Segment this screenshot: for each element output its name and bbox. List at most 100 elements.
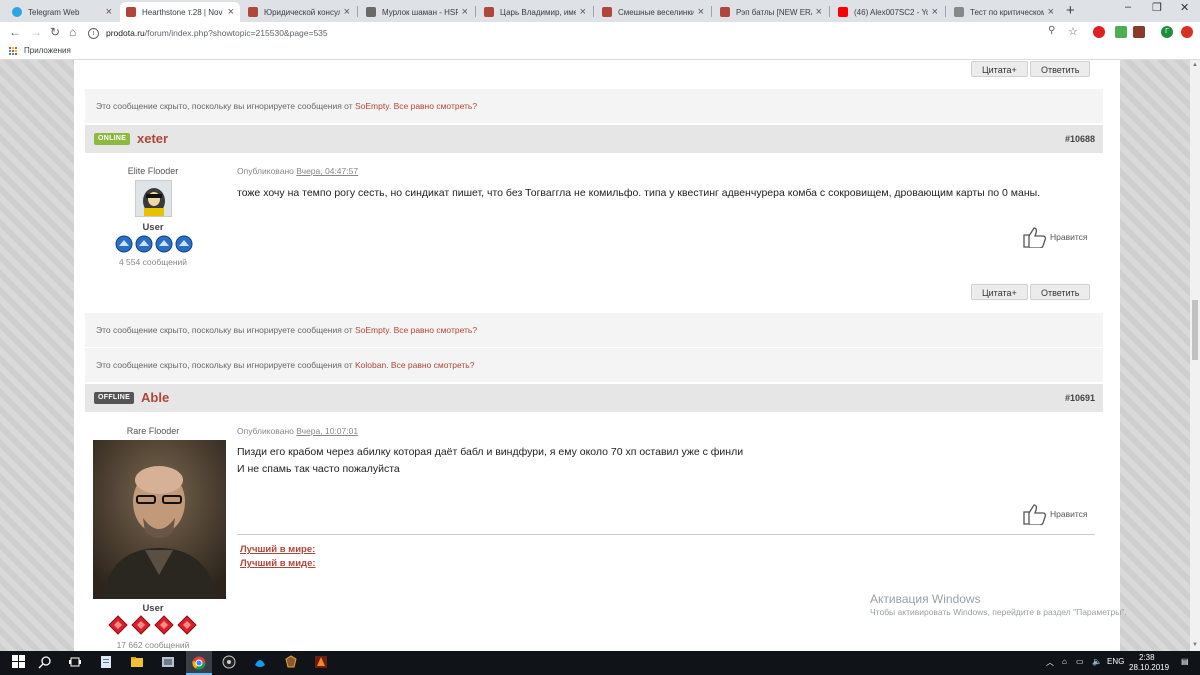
medal-icon	[135, 235, 153, 253]
avatar[interactable]	[93, 440, 226, 599]
show-anyway-link[interactable]: Все равно смотреть?	[391, 360, 475, 370]
reply-button[interactable]: Ответить	[1030, 61, 1091, 77]
status-badge: ONLINE	[94, 133, 131, 145]
tab-separator	[357, 6, 358, 17]
notepad-icon[interactable]	[99, 655, 113, 669]
minimize-button[interactable]: –	[1125, 1, 1131, 13]
close-icon[interactable]: ×	[106, 6, 112, 18]
close-icon[interactable]: ×	[1048, 6, 1054, 18]
extension-icon-2[interactable]	[1133, 26, 1145, 38]
ignored-user-link[interactable]: SoEmpty	[355, 325, 389, 335]
obs-icon[interactable]	[222, 655, 236, 669]
tab-critical-test[interactable]: Тест по критическому ×	[948, 2, 1060, 22]
close-icon[interactable]: ×	[462, 6, 468, 18]
ignored-user-link[interactable]: Koloban	[355, 360, 386, 370]
ignored-user-link[interactable]: SoEmpty	[355, 101, 389, 111]
close-icon[interactable]: ×	[228, 6, 234, 18]
game-icon[interactable]	[314, 655, 328, 669]
post-author[interactable]: Able	[141, 390, 169, 405]
battlenet-icon[interactable]	[253, 655, 267, 669]
close-icon[interactable]: ×	[698, 6, 704, 18]
tab-murloc-shaman[interactable]: Мурлок шаман - HSRe ×	[360, 2, 474, 22]
published-time[interactable]: Вчера, 04:47:57	[296, 166, 358, 176]
windows-start-icon[interactable]	[12, 655, 26, 669]
home-icon[interactable]: ⌂	[69, 25, 76, 39]
search-icon[interactable]	[38, 655, 52, 669]
app-icon[interactable]	[161, 655, 175, 669]
avatar[interactable]	[135, 180, 172, 217]
language-indicator[interactable]: ENG	[1107, 657, 1124, 666]
address-bar[interactable]: i prodota.ru/forum/index.php?showtopic=2…	[88, 24, 1088, 42]
clock-date[interactable]: 28.10.2019	[1129, 663, 1169, 672]
post-author[interactable]: xeter	[137, 131, 168, 146]
file-explorer-icon[interactable]	[130, 655, 144, 669]
post-text: Пизди его крабом через абилку которая да…	[237, 446, 744, 458]
forward-icon[interactable]: →	[30, 25, 42, 39]
tab-youtube[interactable]: (46) Alex007SC2 - YouT ×	[832, 2, 944, 22]
tab-hearthstone[interactable]: Hearthstone т.28 | Nov ×	[120, 2, 240, 22]
medal-icon	[154, 615, 174, 635]
notifications-icon[interactable]: ▤	[1181, 657, 1189, 666]
message-count: 4 554 сообщений	[118, 257, 188, 267]
tab-separator	[593, 6, 594, 17]
reply-button[interactable]: Ответить	[1030, 284, 1091, 300]
tab-title: Telegram Web	[28, 7, 80, 17]
quote-button[interactable]: Цитата+	[971, 284, 1028, 300]
apps-grid-icon[interactable]	[9, 47, 18, 56]
page-scrollbar[interactable]: ▲ ▼	[1190, 60, 1200, 651]
show-anyway-link[interactable]: Все равно смотреть?	[394, 325, 478, 335]
new-tab-button[interactable]: +	[1066, 2, 1075, 19]
tab-tsar[interactable]: Царь Владимир, имен ×	[478, 2, 592, 22]
forum-content: Цитата+ Ответить Это сообщение скрыто, п…	[74, 60, 1120, 651]
tab-telegram[interactable]: Telegram Web ×	[6, 2, 118, 22]
back-icon[interactable]: ←	[9, 25, 21, 39]
url-text[interactable]: prodota.ru/forum/index.php?showtopic=215…	[106, 28, 328, 38]
close-icon[interactable]: ×	[932, 6, 938, 18]
url-host: prodota.ru	[106, 28, 145, 38]
battery-icon[interactable]: ▭	[1076, 657, 1084, 666]
volume-icon[interactable]: 🔈	[1092, 657, 1102, 666]
opera-icon[interactable]	[1181, 26, 1193, 38]
show-anyway-link[interactable]: Все равно смотреть?	[394, 101, 478, 111]
post-number-link[interactable]: #10691	[1065, 393, 1095, 403]
post-number-link[interactable]: #10688	[1065, 134, 1095, 144]
scroll-thumb[interactable]	[1192, 300, 1198, 360]
bookmark-star-icon[interactable]: ☆	[1068, 25, 1078, 38]
clock-time[interactable]: 2:38	[1139, 653, 1155, 662]
scroll-up-icon[interactable]: ▲	[1192, 62, 1198, 68]
published-time[interactable]: Вчера, 10:07:01	[296, 426, 358, 436]
tab-legal[interactable]: Юридической консуль ×	[242, 2, 356, 22]
scroll-down-icon[interactable]: ▼	[1192, 642, 1198, 648]
tab-funny[interactable]: Смешные веселинки ×	[596, 2, 710, 22]
signature-link[interactable]: Лучший в мире:	[240, 544, 315, 555]
apps-bookmark[interactable]: Приложения	[24, 46, 71, 55]
like-button[interactable]: Нравится	[1022, 503, 1088, 525]
profile-avatar[interactable]: Г	[1161, 26, 1173, 38]
medal-icon	[175, 235, 193, 253]
maximize-button[interactable]: ❐	[1152, 1, 1162, 14]
hearthstone-icon[interactable]	[284, 655, 298, 669]
close-window-button[interactable]: ✕	[1180, 1, 1189, 14]
close-icon[interactable]: ×	[580, 6, 586, 18]
network-icon[interactable]: ⌂	[1062, 657, 1067, 666]
site-info-icon[interactable]: i	[88, 27, 99, 39]
reload-icon[interactable]: ↻	[50, 25, 60, 39]
close-icon[interactable]: ×	[344, 6, 350, 18]
like-button[interactable]: Нравится	[1022, 226, 1088, 248]
zoom-icon[interactable]: ⚲	[1048, 25, 1055, 36]
task-view-icon[interactable]	[68, 655, 82, 669]
extension-icon[interactable]	[1115, 26, 1127, 38]
url-path: /forum/index.php?showtopic=215530&page=5…	[144, 28, 328, 38]
tab-separator	[945, 6, 946, 17]
chrome-taskbar-item[interactable]	[186, 651, 212, 675]
tab-rap-battles[interactable]: Рэп батлы [NEW ERA ×	[714, 2, 828, 22]
signature-link[interactable]: Лучший в миде:	[240, 558, 316, 569]
close-icon[interactable]: ×	[816, 6, 822, 18]
adblock-icon[interactable]	[1093, 26, 1105, 38]
post-text: тоже хочу на темпо рогу сесть, но синдик…	[237, 187, 1041, 199]
reputation-medals	[115, 235, 193, 253]
tray-chevron-icon[interactable]: ︿	[1046, 657, 1054, 668]
tab-separator	[475, 6, 476, 17]
medal-icon	[108, 615, 128, 635]
quote-button[interactable]: Цитата+	[971, 61, 1028, 77]
